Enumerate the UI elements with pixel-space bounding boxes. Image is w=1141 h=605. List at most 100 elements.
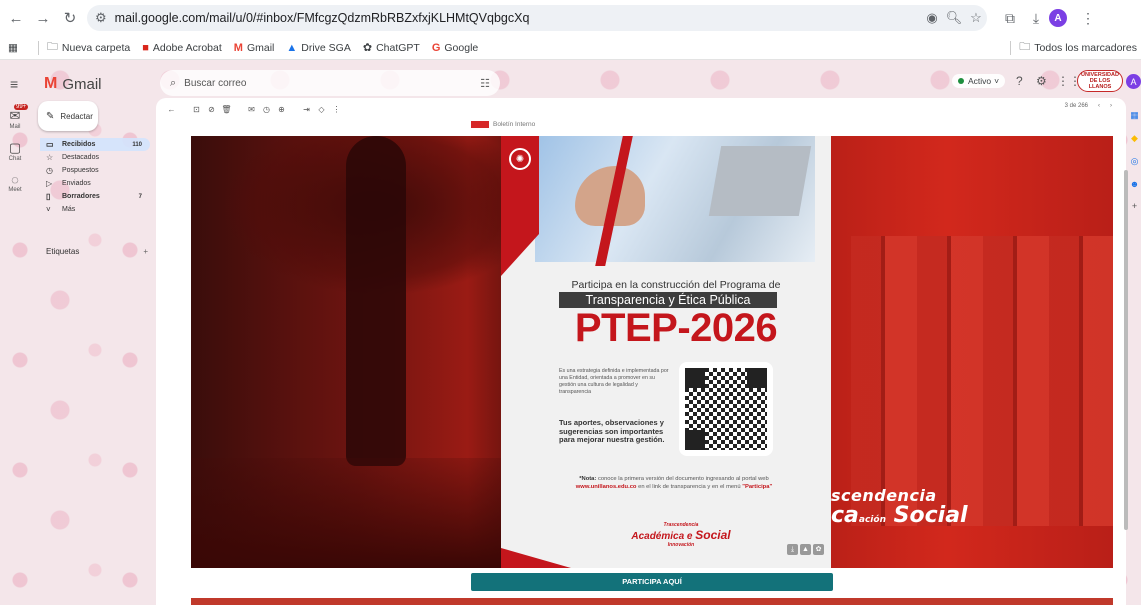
photos-save-icon[interactable]: ✿ [813,544,824,555]
send-icon: ▷ [46,179,53,188]
side-panel-rail: ▦ ◆ ◎ ☻ + [1128,98,1141,605]
account-avatar[interactable]: A [1126,74,1141,89]
forward-icon[interactable]: → [32,7,54,29]
reload-icon[interactable]: ↻ [59,7,81,29]
site-info-icon[interactable]: ⚙ [95,10,107,26]
bookmark-chatgpt[interactable]: ✿ ChatGPT [362,41,420,55]
slogan-social: Social [893,503,968,528]
brand-main-text: Académica e [631,531,693,542]
apps-icon[interactable]: ▦ [8,42,18,54]
mark-unread-icon[interactable]: ✉ [244,105,259,114]
download-icon[interactable]: ⤓ [1023,10,1049,27]
bookmarks-bar: ▦ 🗀 Nueva carpeta ■ Adobe Acrobat M Gmail ▲… [0,36,1141,60]
profile-initial[interactable]: A [1049,9,1067,27]
zoom-icon[interactable]: 🔍︎ [943,10,965,26]
archive-icon[interactable]: ⊡ [189,105,204,114]
brand-sub: Innovación [667,542,695,548]
chevron-down-icon: ˅ [994,76,1000,86]
slogan-part: ca [831,503,859,528]
star-icon: ☆ [46,153,54,162]
contacts-icon[interactable]: ☻ [1128,179,1141,189]
back-arrow-icon[interactable]: ← [164,105,179,114]
qr-code [679,362,773,456]
url-text[interactable]: mail.google.com/mail/u/0/#inbox/FMfcgzQd… [115,11,530,25]
header-snippet: Boletín Interno [493,121,536,128]
meet-app-icon[interactable]: ◌ [0,172,30,187]
snooze-icon[interactable]: ◷ [259,105,274,114]
nav-item-sent[interactable]: ▷ Enviados [40,177,150,190]
more-actions-icon[interactable]: ⋮ [329,105,344,114]
report-spam-icon[interactable]: ⊘ [204,105,219,114]
participa-aqui-button[interactable]: PARTICIPA AQUÍ [471,573,833,591]
nav-item-inbox[interactable]: ▭ Recibidos 110 [40,138,150,151]
chat-app-icon[interactable]: ▢ [0,140,30,156]
bookmark-label: ChatGPT [376,41,420,54]
compose-button[interactable]: ✎ Redactar [38,101,98,131]
download-image-icon[interactable]: ⤓ [787,544,798,555]
bookmark-google[interactable]: G Google [432,42,478,54]
university-logo-icon: ✺ [509,148,531,170]
poster-photo [535,136,815,262]
back-icon[interactable]: ← [5,7,27,29]
nota-label: *Nota: [579,476,597,482]
keep-icon[interactable]: ◆ [1128,133,1141,144]
more-menu-icon[interactable]: ⋮ [1075,10,1101,27]
nota-url: www.unillanos.edu.co [575,483,637,490]
hero-slogan: scendencia caación Social [831,486,968,528]
profile-avatar[interactable]: A [1049,9,1075,27]
laptop [708,146,812,216]
bookmark-star-icon[interactable]: ☆ [965,10,987,26]
add-task-icon[interactable]: ⊕ [274,105,289,114]
calendar-icon[interactable]: ▦ [1128,110,1141,121]
browser-toolbar: ← → ↻ ⚙ mail.google.com/mail/u/0/#inbox/… [0,0,1141,36]
nota-text: conoce la primera versión del documento … [597,476,769,482]
move-to-icon[interactable]: ⇥ [299,105,314,114]
clock-icon: ◷ [46,166,53,175]
search-options-icon[interactable]: ☷ [480,77,490,90]
slogan-line2: caación Social [831,503,968,528]
search-input[interactable]: Buscar correo [184,78,246,89]
status-menu[interactable]: Activo ˅ [952,74,1006,88]
help-icon[interactable]: ? [1016,74,1023,88]
label-icon[interactable]: ◇ [314,105,329,114]
nav-item-snoozed[interactable]: ◷ Pospuestos [40,164,150,177]
add-addon-icon[interactable]: + [1128,201,1141,211]
nav-item-starred[interactable]: ☆ Destacados [40,151,150,164]
meet-label: Meet [8,187,22,193]
search-box[interactable]: ⌕ Buscar correo ☷ [160,70,500,96]
next-message-icon[interactable]: › [1110,103,1112,109]
bookmark-drive[interactable]: ▲ Drive SGA [286,42,350,54]
organization-logo[interactable]: UNIVERSIDAD DE LOS LLANOS [1077,70,1123,92]
pencil-icon: ✎ [46,110,55,122]
gmail-m-icon: M [44,75,58,92]
poster-nota: *Nota: conoce la primera versión del doc… [559,476,789,491]
labels-section: Etiquetas + [46,247,148,256]
acrobat-icon: ■ [142,41,149,54]
all-bookmarks[interactable]: 🗀 Todos los marcadores [1019,38,1137,57]
drive-save-icon[interactable]: ▲ [800,544,811,555]
extensions-icon[interactable]: ⧉ [997,10,1023,27]
search-icon[interactable]: ⌕ [170,77,176,90]
tasks-icon[interactable]: ◎ [1128,156,1141,167]
bookmark-folder[interactable]: 🗀 Nueva carpeta [47,38,130,57]
bookmark-acrobat[interactable]: ■ Adobe Acrobat [142,42,222,54]
settings-icon[interactable]: ⚙ [1036,74,1047,88]
mail-nav: ▭ Recibidos 110 ☆ Destacados ◷ Pospuesto… [40,138,150,216]
nav-item-drafts[interactable]: ▯ Borradores 7 [40,190,150,203]
hamburger-menu-icon[interactable]: ≡ [10,76,18,92]
email-header-strip: Boletín Interno [471,118,816,131]
bookmark-gmail[interactable]: M Gmail [234,42,275,54]
eye-icon[interactable]: ◉ [921,10,943,26]
tree-trunk [346,136,406,466]
mail-app-icon[interactable]: ✉ 99+ [0,104,30,124]
bookmark-label: Gmail [246,41,275,54]
prev-message-icon[interactable]: ‹ [1098,103,1100,109]
delete-icon[interactable]: 🗑︎ [219,105,234,114]
chatgpt-icon: ✿ [362,42,373,54]
address-bar[interactable]: ⚙ mail.google.com/mail/u/0/#inbox/FMfcgz… [87,5,987,31]
gmail-logo[interactable]: M Gmail [44,75,102,93]
add-label-icon[interactable]: + [143,247,148,256]
bookmark-label: Drive SGA [301,41,351,54]
nav-item-more[interactable]: ˅ Más [40,203,150,216]
inbox-icon: ▭ [46,140,54,149]
